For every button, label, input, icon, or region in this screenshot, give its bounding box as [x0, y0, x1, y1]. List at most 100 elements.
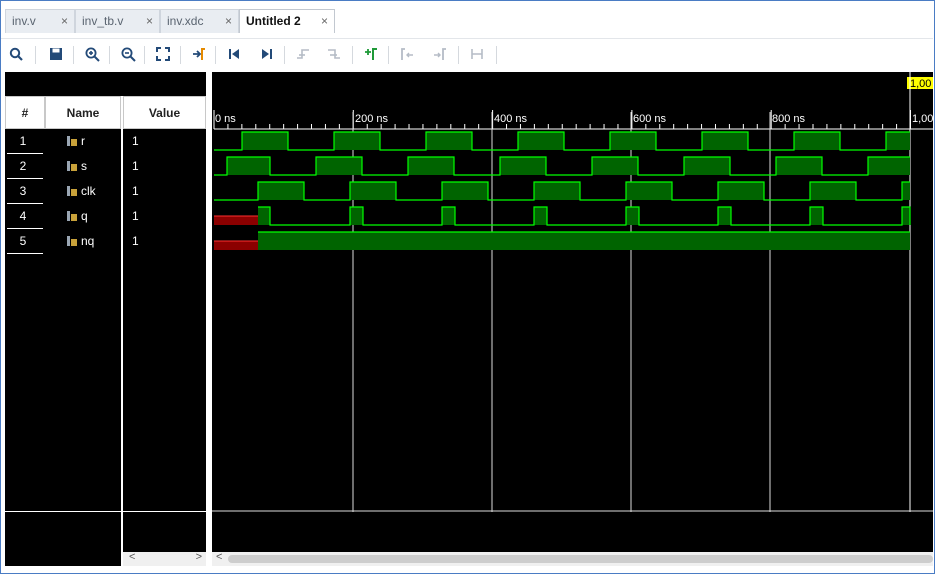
- tick-label: 600 ns: [633, 113, 667, 125]
- high-segment: [227, 157, 270, 175]
- wave-area: # Name Value 1 r 1 2 s 1 3 clk 1 4 q 1 5…: [5, 72, 933, 566]
- high-segment: [902, 207, 910, 225]
- tick-label: 200 ns: [355, 113, 389, 125]
- high-segment: [350, 207, 363, 225]
- signal-icon: [67, 186, 77, 196]
- header-name[interactable]: Name: [45, 96, 121, 129]
- signal-name: s: [81, 159, 87, 173]
- tab-inv-tb-v[interactable]: inv_tb.v ×: [75, 9, 160, 33]
- waveform-canvas[interactable]: 1,00 0 ns 200 ns 400 ns 600 ns 800 ns 1,…: [212, 72, 933, 566]
- header-number: #: [5, 96, 45, 129]
- signal-row-nq[interactable]: 5 nq 1: [5, 229, 205, 254]
- high-segment: [334, 132, 380, 150]
- signal-name: q: [81, 209, 88, 223]
- high-segment: [350, 182, 396, 200]
- high-segment: [426, 132, 472, 150]
- row-number: 3: [19, 184, 27, 198]
- close-icon[interactable]: ×: [321, 10, 328, 32]
- high-segment: [810, 182, 856, 200]
- scroll-left-arrow[interactable]: <: [129, 551, 135, 563]
- search-icon[interactable]: [5, 43, 27, 65]
- waveform-r: [214, 131, 910, 151]
- zoom-out-icon[interactable]: [117, 43, 139, 65]
- previous-transition-icon[interactable]: [292, 43, 314, 65]
- tick-label: 0 ns: [215, 113, 236, 125]
- high-segment: [534, 182, 580, 200]
- signal-row-clk[interactable]: 3 clk 1: [5, 179, 205, 204]
- row-number: 2: [19, 159, 27, 173]
- scroll-right-arrow[interactable]: >: [196, 551, 202, 563]
- high-segment: [592, 157, 638, 175]
- signal-value: 1: [132, 184, 139, 198]
- row-divider: [5, 511, 121, 512]
- signal-value: 1: [132, 209, 139, 223]
- scroll-left-arrow[interactable]: <: [216, 551, 222, 563]
- cursor-label: 1,00: [910, 78, 931, 90]
- high-segment: [702, 132, 748, 150]
- signal-icon: [67, 136, 77, 146]
- tab-label: Untitled 2: [246, 14, 301, 28]
- high-segment: [626, 182, 672, 200]
- high-segment: [810, 207, 823, 225]
- next-transition-icon[interactable]: [323, 43, 345, 65]
- signal-value: 1: [132, 234, 139, 248]
- waveform-s: [214, 156, 910, 176]
- signal-name: r: [81, 134, 85, 148]
- wave-scrollbar[interactable]: <: [212, 551, 933, 566]
- high-segment: [626, 207, 639, 225]
- signal-icon: [67, 236, 77, 246]
- high-segment: [886, 132, 910, 150]
- row-number: 1: [19, 134, 27, 148]
- signal-row-s[interactable]: 2 s 1: [5, 154, 205, 179]
- high-segment: [408, 157, 454, 175]
- high-segment: [258, 232, 910, 250]
- high-segment: [902, 182, 910, 200]
- high-segment: [518, 132, 564, 150]
- waveform-clk: [214, 181, 910, 201]
- save-icon[interactable]: [45, 43, 67, 65]
- add-marker-icon[interactable]: [360, 43, 382, 65]
- zoom-in-icon[interactable]: [81, 43, 103, 65]
- tab-inv-v[interactable]: inv.v ×: [5, 9, 75, 33]
- next-marker-icon[interactable]: [429, 43, 451, 65]
- tab-inv-xdc[interactable]: inv.xdc ×: [160, 9, 239, 33]
- header-value[interactable]: Value: [123, 96, 206, 129]
- high-segment: [500, 157, 546, 175]
- high-segment: [684, 157, 730, 175]
- high-segment: [718, 182, 764, 200]
- previous-marker-icon[interactable]: [396, 43, 418, 65]
- signal-row-q[interactable]: 4 q 1: [5, 204, 205, 229]
- high-segment: [258, 182, 304, 200]
- signal-row-r[interactable]: 1 r 1: [5, 129, 205, 154]
- waveform-q: [214, 206, 911, 226]
- tab-label: inv_tb.v: [82, 14, 124, 28]
- signal-value: 1: [132, 159, 139, 173]
- high-segment: [316, 157, 362, 175]
- swap-cursors-icon[interactable]: [466, 43, 488, 65]
- tick-label: 400 ns: [494, 113, 528, 125]
- high-segment: [258, 207, 270, 225]
- undefined-segment: [214, 241, 258, 250]
- high-segment: [776, 157, 822, 175]
- high-segment: [442, 182, 488, 200]
- value-scrollbar[interactable]: < >: [123, 551, 206, 566]
- tab-bar: inv.v × inv_tb.v × inv.xdc × Untitled 2 …: [1, 5, 933, 33]
- zoom-fit-icon[interactable]: [152, 43, 174, 65]
- high-segment: [534, 207, 547, 225]
- go-to-start-icon[interactable]: [223, 43, 245, 65]
- tab-label: inv.v: [12, 14, 36, 28]
- row-number: 5: [19, 234, 27, 248]
- close-icon[interactable]: ×: [61, 10, 68, 32]
- row-divider: [123, 511, 206, 512]
- close-icon[interactable]: ×: [146, 10, 153, 32]
- tab-untitled-2[interactable]: Untitled 2 ×: [239, 9, 335, 33]
- close-icon[interactable]: ×: [225, 10, 232, 32]
- signal-icon: [67, 211, 77, 221]
- scroll-thumb[interactable]: [228, 555, 933, 563]
- tab-label: inv.xdc: [167, 14, 204, 28]
- toolbar: [1, 38, 933, 71]
- go-to-cursor-icon[interactable]: [188, 43, 210, 65]
- high-segment: [442, 207, 455, 225]
- tick-label: 800 ns: [772, 113, 806, 125]
- go-to-end-icon[interactable]: [256, 43, 278, 65]
